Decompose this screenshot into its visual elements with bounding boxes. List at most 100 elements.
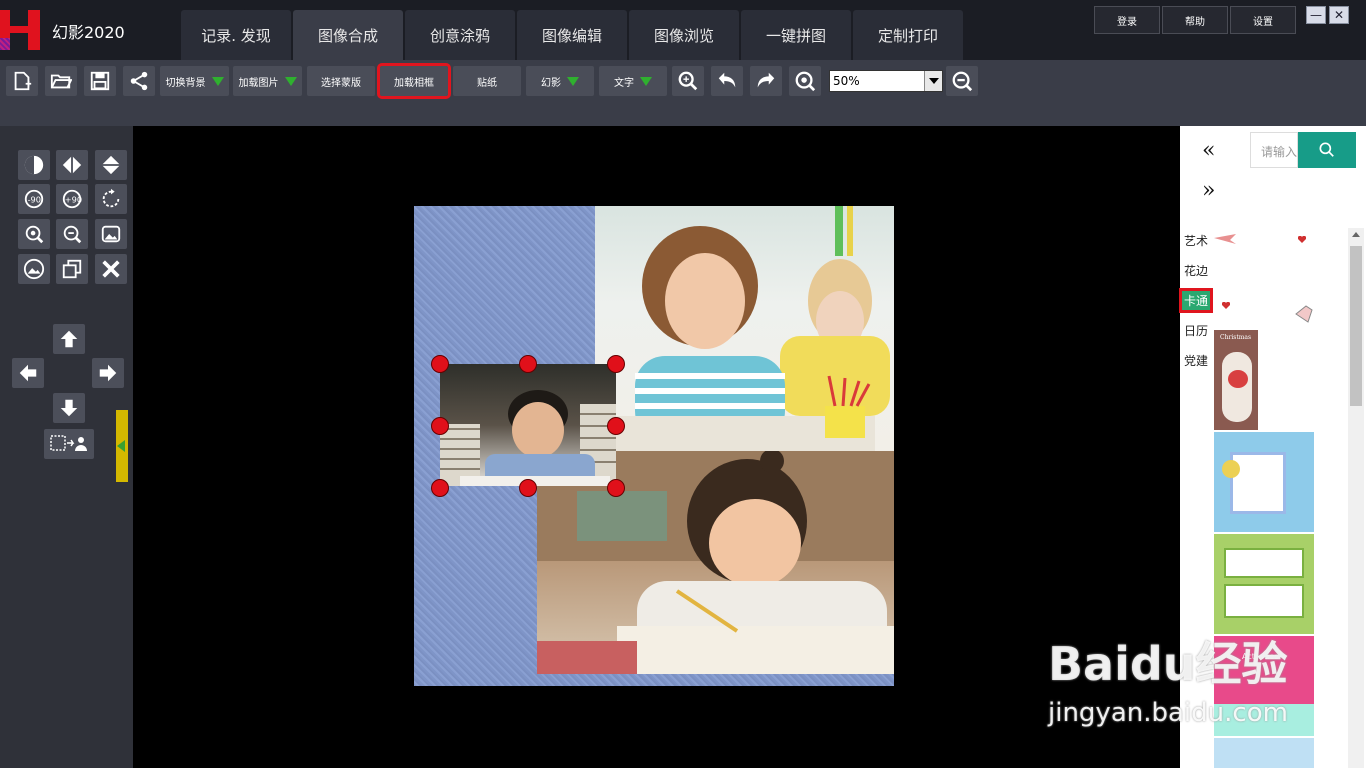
collapse-panel-icon[interactable]: « xyxy=(1202,138,1215,163)
move-up-icon[interactable] xyxy=(53,324,85,354)
minimize-button[interactable]: — xyxy=(1306,6,1326,24)
new-file-icon[interactable] xyxy=(6,66,38,96)
sticker-button[interactable]: 贴纸 xyxy=(453,66,521,96)
rotate-free-icon[interactable] xyxy=(95,184,127,214)
zoom-in-image-icon[interactable] xyxy=(18,219,50,249)
tab-custom-print[interactable]: 定制打印 xyxy=(853,10,963,60)
image-crop-icon[interactable] xyxy=(18,254,50,284)
choose-template-button[interactable]: 选择蒙版 xyxy=(307,66,375,96)
phantom-button[interactable]: 幻影 xyxy=(526,66,594,96)
title-bar: 幻影2020 记录. 发现 图像合成 创意涂鸦 图像编辑 图像浏览 一键拼图 定… xyxy=(0,0,1366,60)
resize-handle-top-left[interactable] xyxy=(431,355,449,373)
switch-background-button[interactable]: 切换背景 xyxy=(160,66,229,96)
frame-thumb-next[interactable] xyxy=(1214,738,1314,768)
delete-icon[interactable] xyxy=(95,254,127,284)
frame-thumb-christmas[interactable]: Christmas xyxy=(1214,330,1258,430)
search-button[interactable] xyxy=(1298,132,1356,168)
copy-layer-icon[interactable] xyxy=(56,254,88,284)
hand-sticker-icon xyxy=(1295,305,1313,323)
open-folder-icon[interactable] xyxy=(45,66,77,96)
close-button[interactable]: ✕ xyxy=(1329,6,1349,24)
zoom-in-icon[interactable] xyxy=(789,66,821,96)
zoom-out-image-icon[interactable] xyxy=(56,219,88,249)
search-icon xyxy=(1319,142,1334,157)
resize-handle-top-center[interactable] xyxy=(519,355,537,373)
settings-button[interactable]: 设置 xyxy=(1230,6,1296,34)
load-frame-button[interactable]: 加载相框 xyxy=(377,63,451,99)
save-icon[interactable] xyxy=(84,66,116,96)
resize-handle-bottom-left[interactable] xyxy=(431,479,449,497)
category-art[interactable]: 艺术 xyxy=(1184,232,1208,249)
move-down-icon[interactable] xyxy=(53,393,85,423)
collage-page[interactable] xyxy=(414,206,894,686)
category-border[interactable]: 花边 xyxy=(1184,262,1208,279)
frame-thumb-green[interactable] xyxy=(1214,534,1314,634)
resize-handle-bottom-center[interactable] xyxy=(519,479,537,497)
resize-handle-bottom-right[interactable] xyxy=(607,479,625,497)
undo-icon[interactable] xyxy=(711,66,743,96)
zoom-out-icon[interactable] xyxy=(946,66,978,96)
dropdown-arrow-icon xyxy=(284,76,297,86)
redo-icon[interactable] xyxy=(750,66,782,96)
resize-handle-middle-left[interactable] xyxy=(431,417,449,435)
zoom-select[interactable]: 50% xyxy=(829,70,943,92)
frame-thumb-label: Christmas xyxy=(1220,334,1252,341)
collapse-panel-handle[interactable] xyxy=(116,410,128,482)
watermark-url: jingyan.baidu.com xyxy=(1048,698,1288,728)
category-party[interactable]: 党建 xyxy=(1184,352,1208,369)
contrast-icon[interactable] xyxy=(18,150,50,180)
app-logo xyxy=(0,10,42,50)
dropdown-arrow-icon xyxy=(567,76,579,86)
category-calendar[interactable]: 日历 xyxy=(1184,322,1208,339)
help-button[interactable]: 帮助 xyxy=(1162,6,1228,34)
resize-handle-top-right[interactable] xyxy=(607,355,625,373)
tab-one-click-collage[interactable]: 一键拼图 xyxy=(741,10,851,60)
dropdown-arrow-icon xyxy=(640,76,652,86)
login-button[interactable]: 登录 xyxy=(1094,6,1160,34)
image-to-person-icon[interactable] xyxy=(44,429,94,459)
image-fit-icon[interactable] xyxy=(95,219,127,249)
dropdown-arrow-icon xyxy=(211,76,224,86)
photo-boy-books[interactable] xyxy=(440,364,616,486)
resize-handle-middle-right[interactable] xyxy=(607,417,625,435)
tab-creative-doodle[interactable]: 创意涂鸦 xyxy=(405,10,515,60)
zoom-value: 50% xyxy=(833,74,860,88)
move-right-icon[interactable] xyxy=(92,358,124,388)
search-input[interactable]: 请输入 xyxy=(1250,132,1298,168)
rotate-right-90-icon[interactable]: +90 xyxy=(56,184,88,214)
magic-search-icon[interactable] xyxy=(672,66,704,96)
svg-text:+90: +90 xyxy=(65,195,82,205)
frame-thumb-blue[interactable] xyxy=(1214,432,1314,532)
photo-girls-classroom[interactable] xyxy=(595,206,894,451)
text-button[interactable]: 文字 xyxy=(599,66,667,96)
tab-record-discover[interactable]: 记录. 发现 xyxy=(181,10,291,60)
switch-background-label: 切换背景 xyxy=(165,77,206,89)
move-left-icon[interactable] xyxy=(12,358,44,388)
category-cartoon[interactable]: 卡通 xyxy=(1178,288,1214,313)
expand-panel-icon[interactable]: » xyxy=(1202,178,1215,203)
load-image-button[interactable]: 加载图片 xyxy=(233,66,302,96)
rotate-left-90-icon[interactable]: -90 xyxy=(18,184,50,214)
load-image-label: 加载图片 xyxy=(238,77,279,89)
window-controls: — ✕ xyxy=(1306,6,1352,24)
scroll-up-icon[interactable] xyxy=(1352,232,1360,237)
svg-text:-90: -90 xyxy=(28,195,41,205)
tab-image-browse[interactable]: 图像浏览 xyxy=(629,10,739,60)
heart-sticker-icon xyxy=(1298,236,1306,243)
app-title: 幻影2020 xyxy=(52,23,125,42)
watermark-brand: Baidu经验 xyxy=(1048,637,1288,691)
chevron-down-icon[interactable] xyxy=(924,71,942,91)
flip-horizontal-icon[interactable] xyxy=(56,150,88,180)
phantom-label: 幻影 xyxy=(541,77,561,89)
airplane-sticker-icon xyxy=(1214,234,1236,244)
header-buttons: 登录 帮助 设置 xyxy=(1094,6,1298,34)
heart-sticker-icon xyxy=(1222,302,1230,309)
scrollbar[interactable] xyxy=(1348,228,1364,768)
editing-canvas[interactable] xyxy=(133,126,1180,768)
share-icon[interactable] xyxy=(123,66,155,96)
tab-image-edit[interactable]: 图像编辑 xyxy=(517,10,627,60)
scrollbar-thumb[interactable] xyxy=(1350,246,1362,406)
text-label: 文字 xyxy=(614,77,634,89)
flip-vertical-icon[interactable] xyxy=(95,150,127,180)
tab-image-composite[interactable]: 图像合成 xyxy=(293,10,403,60)
